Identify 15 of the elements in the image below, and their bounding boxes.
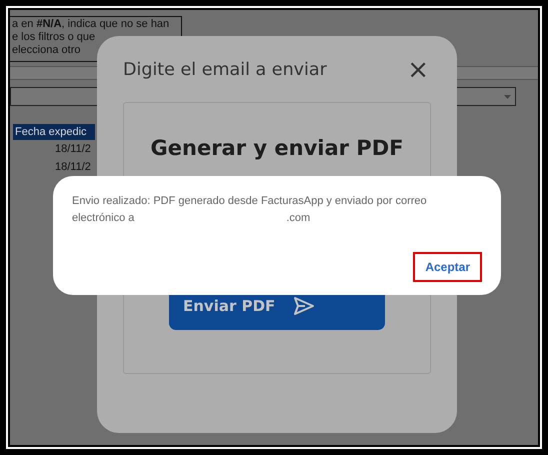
note-text: e los filtros o que [12,31,96,44]
dialog-title: Digite el email a enviar [123,60,327,80]
caret-icon [504,94,511,98]
note-text: elecciona otro [12,44,80,57]
card-heading: Generar y enviar PDF [150,136,404,160]
date-cell-text: 18/11/2 [55,142,91,157]
email-suffix: .com [286,211,310,226]
close-button[interactable]: × [405,57,431,83]
alert-message: Envio realizado: PDF generado desde FacturasApp y enviado por correo [72,194,428,209]
alert-message: electrónico a [72,211,134,226]
date-cell-text: 18/11/2 [55,160,91,175]
accept-button[interactable]: Aceptar [413,252,482,282]
note-text: a en #N/A, indica que no se han [12,18,170,31]
column-header: Fecha expedic [13,124,95,140]
send-icon [293,296,316,316]
